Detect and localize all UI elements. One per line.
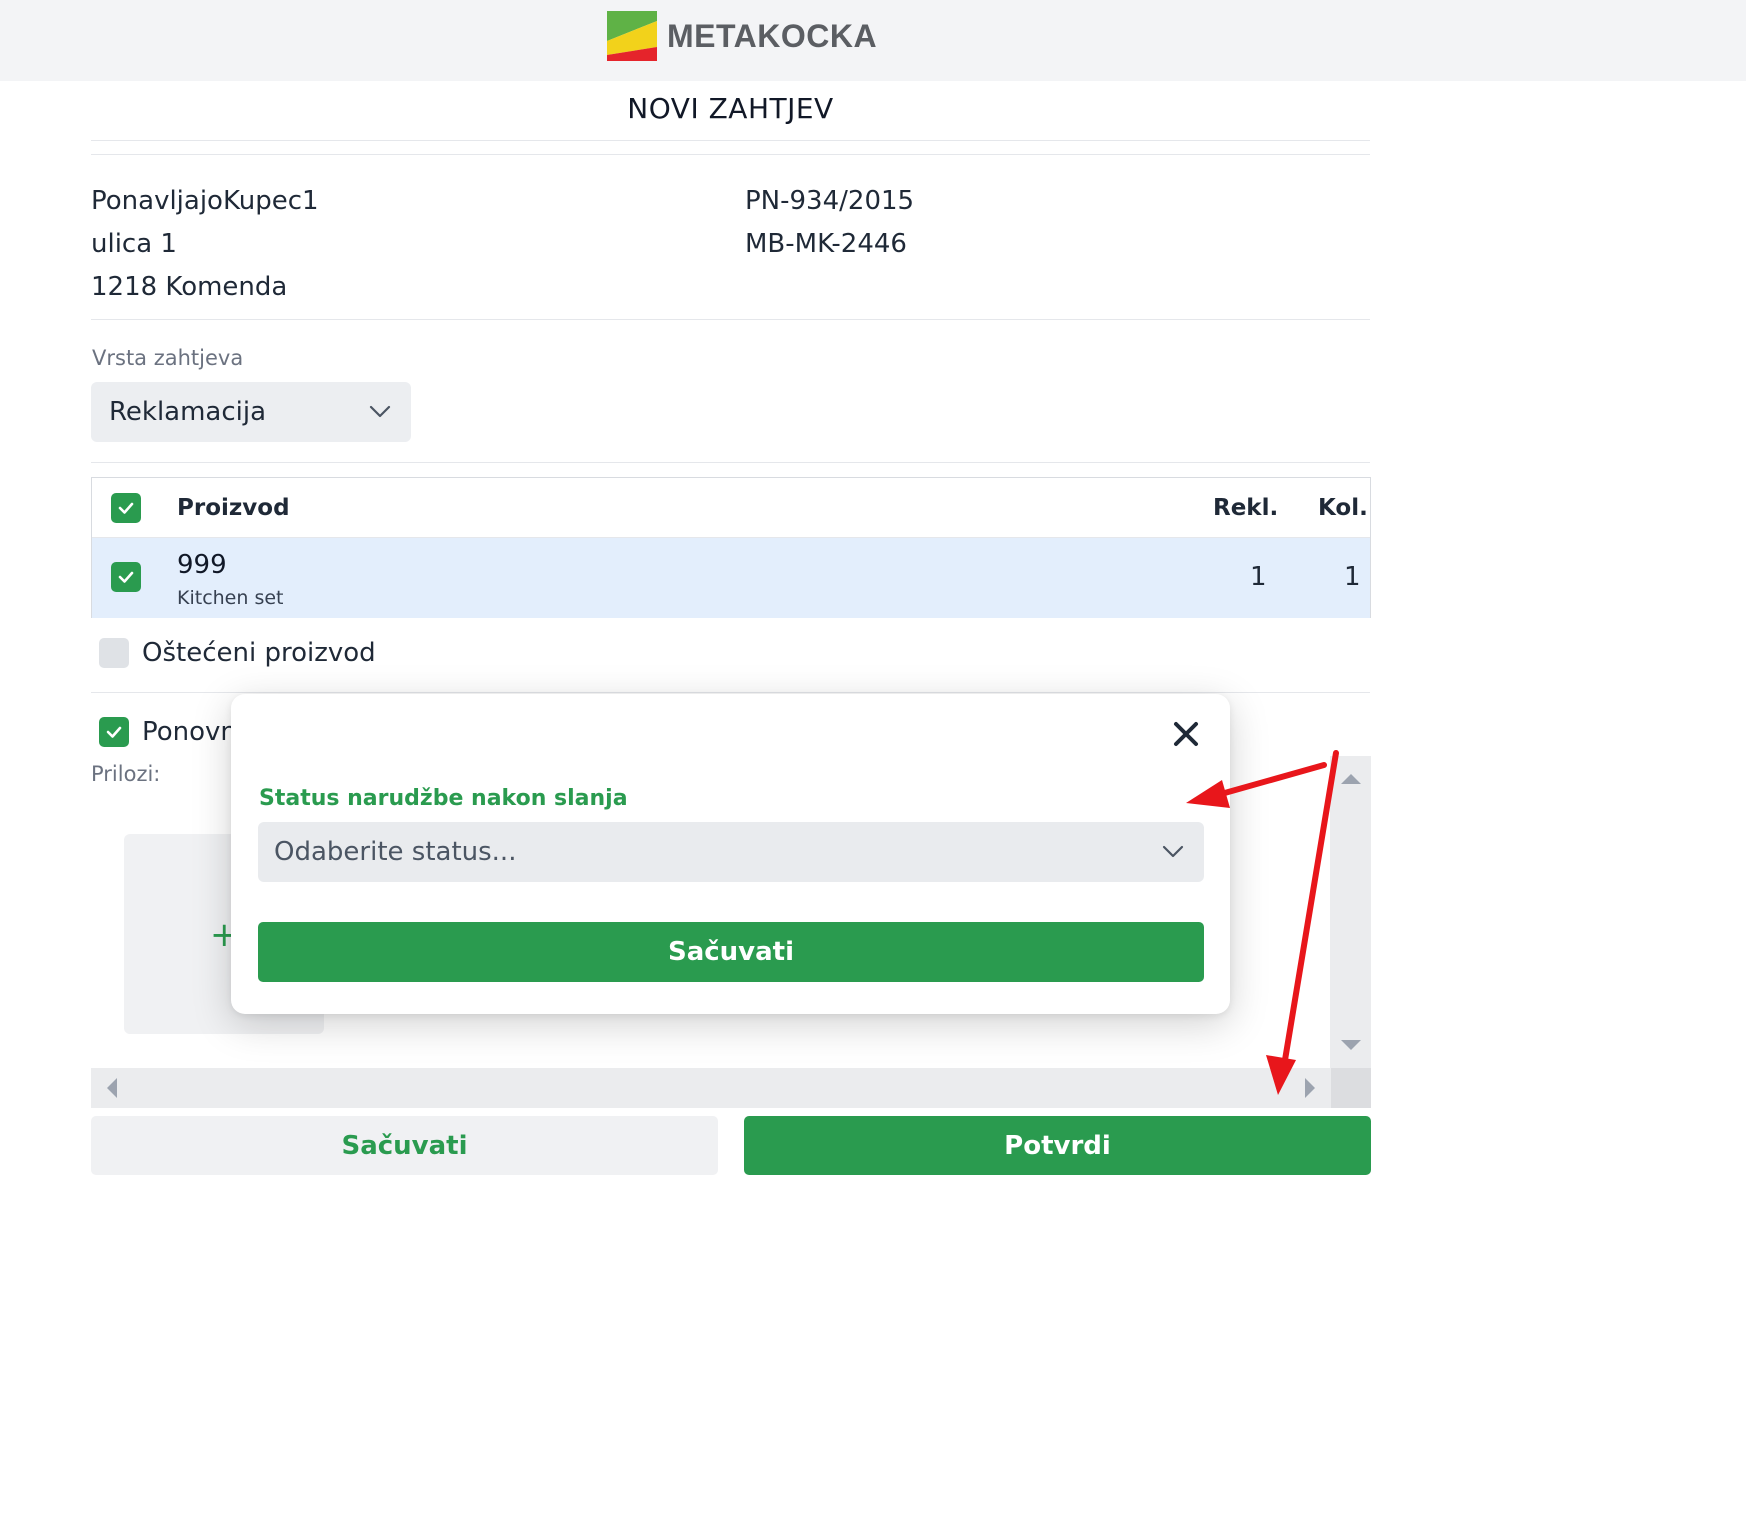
checkmark-icon (118, 571, 134, 583)
document-number-2: MB-MK-2446 (745, 229, 907, 259)
customer-address: PonavljajoKupec1 ulica 1 1218 Komenda (91, 180, 319, 309)
column-header-product: Proizvod (177, 495, 290, 521)
product-table: Proizvod Rekl. Kol. 999 Kitchen set 1 1 (91, 477, 1371, 618)
column-header-kol: Kol. (1318, 495, 1368, 521)
divider (91, 319, 1370, 320)
select-all-checkbox[interactable] (111, 493, 141, 523)
checkmark-icon (106, 726, 122, 738)
divider (91, 154, 1370, 155)
document-number-1: PN-934/2015 (745, 186, 915, 216)
chevron-down-icon (1162, 845, 1184, 858)
request-type-value: Reklamacija (109, 397, 267, 427)
page-title: NOVI ZAHTJEV (627, 92, 834, 125)
horizontal-scrollbar[interactable] (91, 1068, 1331, 1108)
save-button[interactable]: Sačuvati (91, 1116, 718, 1175)
table-row[interactable]: 999 Kitchen set 1 1 (92, 538, 1370, 618)
metakocka-logo-icon (607, 11, 657, 61)
close-icon[interactable] (1168, 716, 1204, 752)
divider (91, 462, 1370, 463)
logo-text: METAKOCKA (667, 17, 878, 54)
chevron-down-icon (369, 405, 391, 418)
divider (91, 692, 1370, 693)
logo[interactable]: METAKOCKA (607, 11, 877, 61)
top-bar: METAKOCKA (0, 0, 1746, 81)
modal-save-button[interactable]: Sačuvati (258, 922, 1204, 982)
order-status-select[interactable]: Odaberite status... (258, 822, 1204, 882)
request-type-label: Vrsta zahtjeva (92, 346, 244, 370)
customer-city: 1218 Komenda (91, 272, 288, 302)
repeat-label: Ponovn (142, 717, 237, 747)
column-header-rekl: Rekl. (1213, 495, 1279, 521)
attachments-label: Prilozi: (91, 762, 161, 786)
kol-value: 1 (1344, 562, 1361, 592)
confirm-button[interactable]: Potvrdi (744, 1116, 1371, 1175)
scroll-down-icon[interactable] (1341, 1040, 1361, 1050)
divider (91, 140, 1370, 141)
rekl-value: 1 (1250, 562, 1267, 592)
checkmark-icon (118, 502, 134, 514)
order-status-placeholder: Odaberite status... (274, 837, 517, 867)
repeat-option[interactable]: Ponovn (99, 717, 237, 747)
scroll-up-icon[interactable] (1341, 774, 1361, 784)
repeat-checkbox[interactable] (99, 717, 129, 747)
scroll-right-icon[interactable] (1305, 1078, 1315, 1098)
scroll-left-icon[interactable] (107, 1078, 117, 1098)
annotation-arrow-to-confirm (1266, 750, 1339, 1095)
order-status-label: Status narudžbe nakon slanja (259, 786, 628, 811)
table-header: Proizvod Rekl. Kol. (92, 478, 1370, 538)
product-name: Kitchen set (177, 587, 284, 609)
customer-name: PonavljajoKupec1 (91, 186, 319, 216)
damaged-product-option[interactable]: Oštećeni proizvod (99, 638, 376, 668)
damaged-product-label: Oštećeni proizvod (142, 638, 376, 668)
vertical-scrollbar[interactable] (1330, 756, 1371, 1068)
row-checkbox[interactable] (111, 562, 141, 592)
customer-street: ulica 1 (91, 229, 177, 259)
request-type-select[interactable]: Reklamacija (91, 382, 411, 442)
scrollbar-corner (1331, 1068, 1371, 1108)
damaged-product-checkbox[interactable] (99, 638, 129, 668)
product-code: 999 (177, 550, 227, 580)
status-modal: Status narudžbe nakon slanja Odaberite s… (231, 694, 1230, 1014)
document-numbers: PN-934/2015 MB-MK-2446 (745, 180, 914, 266)
